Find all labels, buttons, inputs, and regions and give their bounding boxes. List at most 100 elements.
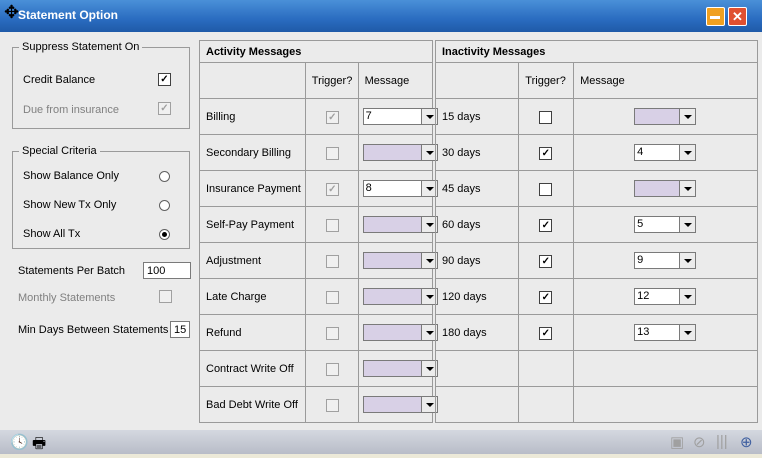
- trigger-checkbox[interactable]: [325, 291, 339, 304]
- row-trigger-cell: ✓: [304, 98, 359, 135]
- message-dropdown[interactable]: [362, 144, 438, 161]
- close-button[interactable]: ✕: [728, 7, 747, 26]
- monthly-statements-label: Monthly Statements: [18, 292, 116, 304]
- message-dropdown[interactable]: 4: [634, 144, 697, 161]
- message-dropdown[interactable]: [362, 252, 438, 269]
- table-row: Billing ✓ 7: [199, 98, 438, 135]
- row-label: Refund: [199, 314, 306, 351]
- inactivity-trigger-header: Trigger?: [518, 62, 575, 99]
- table-row: Insurance Payment ✓ 8: [199, 170, 438, 207]
- message-dropdown[interactable]: [362, 324, 438, 341]
- row-message-cell: [573, 98, 758, 135]
- row-message-cell: [357, 386, 438, 423]
- row-label: Billing: [199, 98, 306, 135]
- trigger-checkbox[interactable]: [325, 255, 339, 268]
- new-window-icon[interactable]: ⊕: [740, 433, 753, 451]
- cancel-icon[interactable]: ⊘: [693, 433, 706, 451]
- min-days-label: Min Days Between Statements: [18, 324, 169, 336]
- message-dropdown[interactable]: 7: [362, 108, 438, 125]
- table-row: 15 days: [434, 98, 758, 135]
- new-tx-only-radio[interactable]: [159, 200, 170, 211]
- trigger-checkbox[interactable]: [539, 111, 553, 124]
- trigger-checkbox[interactable]: [325, 327, 339, 340]
- row-label: [434, 386, 520, 423]
- row-trigger-cell: [518, 350, 575, 387]
- credit-balance-checkbox[interactable]: ✓: [158, 73, 171, 86]
- title-bar: ✥ Statement Option ✕: [0, 0, 762, 32]
- all-tx-radio[interactable]: [159, 229, 170, 240]
- trigger-checkbox[interactable]: [325, 399, 339, 412]
- minimize-button[interactable]: [706, 7, 725, 26]
- due-from-insurance-checkbox[interactable]: ✓: [158, 102, 171, 115]
- row-message-cell: 9: [573, 242, 758, 279]
- message-dropdown[interactable]: 12: [634, 288, 697, 305]
- row-trigger-cell: [304, 134, 359, 171]
- message-dropdown[interactable]: [362, 360, 438, 377]
- chevron-down-icon[interactable]: [679, 109, 696, 124]
- row-message-cell: [357, 134, 438, 171]
- table-row: 180 days ✓ 13: [434, 314, 758, 351]
- due-from-insurance-label: Due from insurance: [23, 104, 119, 116]
- trigger-checkbox[interactable]: [325, 147, 339, 160]
- move-icon[interactable]: ✥: [4, 2, 19, 23]
- per-batch-input[interactable]: 100: [143, 262, 191, 279]
- chevron-down-icon[interactable]: [679, 145, 696, 160]
- clock-icon[interactable]: 🕓: [10, 433, 29, 451]
- trigger-checkbox[interactable]: ✓: [539, 147, 553, 160]
- chevron-down-icon[interactable]: [679, 217, 696, 232]
- trigger-checkbox[interactable]: ✓: [539, 291, 553, 304]
- trigger-checkbox[interactable]: [325, 363, 339, 376]
- chevron-down-icon[interactable]: [679, 181, 696, 196]
- message-value: [364, 398, 366, 410]
- table-row: Secondary Billing: [199, 134, 438, 171]
- message-dropdown[interactable]: [634, 108, 697, 125]
- row-message-cell: 8: [357, 170, 438, 207]
- trigger-checkbox[interactable]: ✓: [325, 111, 339, 124]
- table-row: Self-Pay Payment: [199, 206, 438, 243]
- table-row: Late Charge: [199, 278, 438, 315]
- trigger-checkbox[interactable]: ✓: [539, 219, 553, 232]
- table-row: Contract Write Off: [199, 350, 438, 387]
- message-value: 9: [637, 254, 644, 266]
- message-dropdown[interactable]: [362, 288, 438, 305]
- trigger-checkbox[interactable]: ✓: [325, 183, 339, 196]
- row-trigger-cell: [518, 98, 575, 135]
- trigger-checkbox[interactable]: [539, 183, 553, 196]
- trigger-checkbox[interactable]: ✓: [539, 255, 553, 268]
- row-message-cell: 5: [573, 206, 758, 243]
- trigger-checkbox[interactable]: [325, 219, 339, 232]
- table-row: [434, 350, 758, 387]
- window-title: Statement Option: [18, 8, 119, 22]
- balance-only-label: Show Balance Only: [23, 170, 119, 182]
- message-value: 13: [637, 326, 650, 338]
- chevron-down-icon[interactable]: [679, 325, 696, 340]
- balance-only-radio[interactable]: [159, 171, 170, 182]
- row-message-cell: [573, 170, 758, 207]
- message-dropdown[interactable]: [362, 396, 438, 413]
- trigger-checkbox[interactable]: ✓: [539, 327, 553, 340]
- row-message-cell: [357, 314, 438, 351]
- window-content: Suppress Statement On Credit Balance ✓ D…: [0, 32, 762, 430]
- message-dropdown[interactable]: [362, 216, 438, 233]
- message-dropdown[interactable]: [634, 180, 697, 197]
- activity-label-header: [199, 62, 306, 99]
- row-trigger-cell: [304, 314, 359, 351]
- table-row: Bad Debt Write Off: [199, 386, 438, 423]
- table-row: Refund: [199, 314, 438, 351]
- row-trigger-cell: ✓: [518, 278, 575, 315]
- chevron-down-icon[interactable]: [679, 289, 696, 304]
- message-dropdown[interactable]: 8: [362, 180, 438, 197]
- min-days-input[interactable]: 15: [170, 321, 190, 338]
- inactivity-table: Inactivity Messages Trigger? Message 15 …: [434, 40, 758, 423]
- message-value: [364, 146, 366, 158]
- message-dropdown[interactable]: 5: [634, 216, 697, 233]
- table-row: [434, 386, 758, 423]
- chevron-down-icon[interactable]: [679, 253, 696, 268]
- message-dropdown[interactable]: 13: [634, 324, 697, 341]
- message-dropdown[interactable]: 9: [634, 252, 697, 269]
- printer-icon[interactable]: 🖶: [32, 433, 46, 458]
- row-label: 45 days: [434, 170, 520, 207]
- table-row: 30 days ✓ 4: [434, 134, 758, 171]
- save-icon[interactable]: ▣: [670, 433, 684, 451]
- monthly-statements-checkbox[interactable]: [159, 290, 172, 303]
